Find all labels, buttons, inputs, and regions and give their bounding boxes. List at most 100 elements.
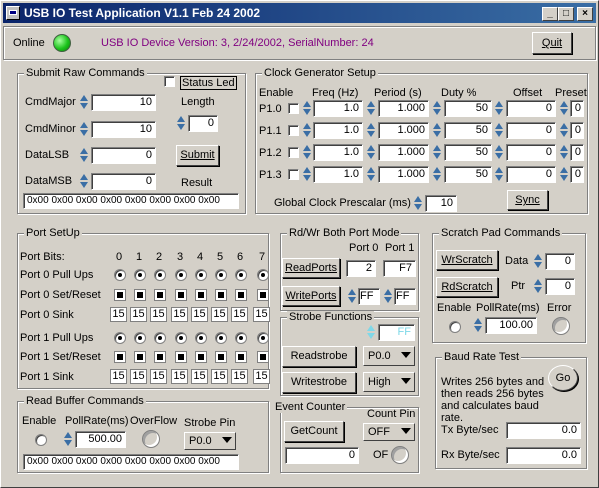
preset-spinner-icon[interactable]: [560, 122, 568, 139]
quit-button[interactable]: Quit: [532, 32, 572, 54]
p0-setreset-box[interactable]: [215, 289, 227, 301]
p1-sink-field[interactable]: 15: [231, 369, 248, 384]
clock-enable-checkbox[interactable]: [288, 169, 299, 180]
p0-pullup-radio[interactable]: [215, 269, 227, 281]
p0-pullup-radio[interactable]: [154, 269, 166, 281]
offset-field[interactable]: 0: [506, 122, 556, 139]
sync-button[interactable]: Sync: [507, 190, 548, 210]
preset-spinner-icon[interactable]: [560, 100, 568, 117]
data-spinner-icon[interactable]: [534, 253, 542, 270]
offset-spinner-icon[interactable]: [495, 100, 503, 117]
p0-setreset-box[interactable]: [257, 289, 269, 301]
scratch-ptr-field[interactable]: 0: [545, 278, 575, 295]
close-button[interactable]: ×: [577, 7, 593, 21]
title-bar[interactable]: USB IO Test Application V1.1 Feb 24 2002…: [3, 3, 596, 23]
offset-field[interactable]: 0: [506, 166, 556, 183]
p0-sink-field[interactable]: 15: [171, 307, 188, 322]
p0-setreset-box[interactable]: [114, 289, 126, 301]
offset-spinner-icon[interactable]: [495, 144, 503, 161]
freq-field[interactable]: 1.0: [313, 166, 363, 183]
p1-sink-field[interactable]: 15: [150, 369, 167, 384]
p1-setreset-box[interactable]: [195, 351, 207, 363]
p1-setreset-box[interactable]: [134, 351, 146, 363]
period-spinner-icon[interactable]: [367, 144, 375, 161]
p1-pullup-radio[interactable]: [257, 332, 269, 344]
go-button[interactable]: Go: [548, 365, 578, 391]
preset-field[interactable]: 0: [570, 100, 584, 117]
write-port0-spinner-icon[interactable]: [348, 288, 356, 305]
duty-spinner-icon[interactable]: [433, 144, 441, 161]
status-led-checkbox[interactable]: [164, 76, 175, 87]
p1-setreset-box[interactable]: [215, 351, 227, 363]
freq-spinner-icon[interactable]: [303, 166, 311, 183]
p1-pullup-radio[interactable]: [134, 332, 146, 344]
period-spinner-icon[interactable]: [367, 122, 375, 139]
p0-sink-field[interactable]: 15: [110, 307, 127, 322]
duty-spinner-icon[interactable]: [433, 122, 441, 139]
strobe-value-field[interactable]: FF: [378, 324, 415, 341]
freq-spinner-icon[interactable]: [303, 100, 311, 117]
readstrobe-pin-select[interactable]: P0.0: [363, 346, 415, 366]
clock-enable-checkbox[interactable]: [288, 147, 299, 158]
length-spinner-icon[interactable]: [177, 115, 185, 132]
readbuf-pollrate-field[interactable]: 500.00: [75, 431, 126, 448]
write-ports-button[interactable]: WritePorts: [282, 286, 340, 306]
offset-spinner-icon[interactable]: [495, 122, 503, 139]
p0-setreset-box[interactable]: [175, 289, 187, 301]
p0-pullup-radio[interactable]: [114, 269, 126, 281]
duty-spinner-icon[interactable]: [433, 166, 441, 183]
readbuf-pollrate-spinner-icon[interactable]: [64, 431, 72, 448]
duty-field[interactable]: 50: [444, 144, 492, 161]
period-spinner-icon[interactable]: [367, 166, 375, 183]
cmdminor-spinner-icon[interactable]: [80, 121, 88, 138]
p0-sink-field[interactable]: 15: [150, 307, 167, 322]
p1-pullup-radio[interactable]: [215, 332, 227, 344]
minimize-button[interactable]: _: [542, 7, 558, 21]
p1-setreset-box[interactable]: [235, 351, 247, 363]
freq-spinner-icon[interactable]: [303, 144, 311, 161]
submit-button[interactable]: Submit: [176, 145, 219, 166]
strobe-spinner-icon[interactable]: [367, 324, 375, 341]
preset-field[interactable]: 0: [570, 144, 584, 161]
freq-spinner-icon[interactable]: [303, 122, 311, 139]
freq-field[interactable]: 1.0: [313, 122, 363, 139]
p1-pullup-radio[interactable]: [154, 332, 166, 344]
datalsb-spinner-icon[interactable]: [80, 147, 88, 164]
p0-sink-field[interactable]: 15: [130, 307, 147, 322]
write-port1-spinner-icon[interactable]: [384, 288, 392, 305]
clock-enable-checkbox[interactable]: [288, 125, 299, 136]
p1-pullup-radio[interactable]: [114, 332, 126, 344]
wrscratch-button[interactable]: WrScratch: [436, 250, 498, 270]
p0-pullup-radio[interactable]: [195, 269, 207, 281]
scratch-data-field[interactable]: 0: [545, 253, 575, 270]
period-field[interactable]: 1.000: [378, 100, 429, 117]
readstrobe-button[interactable]: Readstrobe: [282, 346, 356, 367]
duty-field[interactable]: 50: [444, 122, 492, 139]
p0-sink-field[interactable]: 15: [253, 307, 270, 322]
count-pin-select[interactable]: OFF: [363, 423, 415, 441]
cmdminor-field[interactable]: 10: [91, 121, 156, 138]
datamsb-spinner-icon[interactable]: [80, 173, 88, 190]
p0-sink-field[interactable]: 15: [191, 307, 208, 322]
p1-sink-field[interactable]: 15: [253, 369, 270, 384]
p0-pullup-radio[interactable]: [235, 269, 247, 281]
duty-field[interactable]: 50: [444, 100, 492, 117]
preset-spinner-icon[interactable]: [560, 166, 568, 183]
freq-field[interactable]: 1.0: [313, 144, 363, 161]
period-spinner-icon[interactable]: [367, 100, 375, 117]
datalsb-field[interactable]: 0: [91, 147, 156, 164]
write-port1-field[interactable]: FF: [394, 288, 416, 305]
prescalar-field[interactable]: 10: [425, 195, 457, 212]
p1-pullup-radio[interactable]: [195, 332, 207, 344]
offset-field[interactable]: 0: [506, 144, 556, 161]
p1-sink-field[interactable]: 15: [110, 369, 127, 384]
p0-setreset-box[interactable]: [134, 289, 146, 301]
scratch-enable-radio[interactable]: [449, 321, 461, 333]
preset-field[interactable]: 0: [570, 122, 584, 139]
p0-pullup-radio[interactable]: [175, 269, 187, 281]
offset-field[interactable]: 0: [506, 100, 556, 117]
read-ports-button[interactable]: ReadPorts: [282, 258, 340, 278]
cmdmajor-spinner-icon[interactable]: [80, 94, 88, 111]
getcount-button[interactable]: GetCount: [284, 421, 344, 442]
writestrobe-level-select[interactable]: High: [363, 372, 415, 392]
